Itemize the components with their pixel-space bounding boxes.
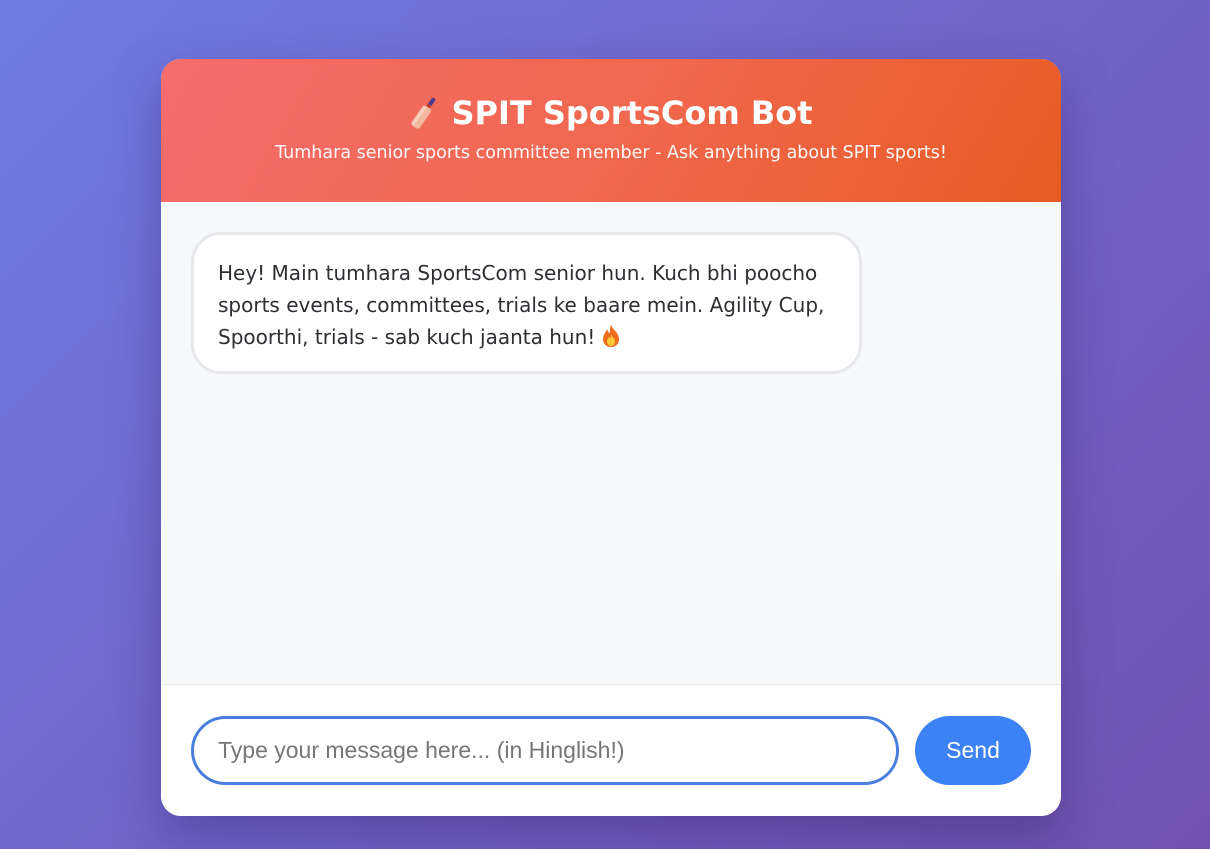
message-list: Hey! Main tumhara SportsCom senior hun. … xyxy=(161,202,1061,685)
header-subtitle: Tumhara senior sports committee member -… xyxy=(275,143,947,163)
header-title-row: SPIT SportsCom Bot xyxy=(161,93,1061,133)
bot-message: Hey! Main tumhara SportsCom senior hun. … xyxy=(191,232,862,374)
fire-icon xyxy=(601,324,621,348)
send-button[interactable]: Send xyxy=(915,716,1031,785)
page-title: SPIT SportsCom Bot xyxy=(451,94,813,132)
message-input[interactable] xyxy=(191,716,899,785)
chat-header: SPIT SportsCom Bot Tumhara senior sports… xyxy=(161,59,1061,202)
bot-message-text: Hey! Main tumhara SportsCom senior hun. … xyxy=(218,261,825,349)
cricket-bat-icon xyxy=(409,94,439,132)
chat-window: SPIT SportsCom Bot Tumhara senior sports… xyxy=(161,59,1061,816)
message-composer: Send xyxy=(161,685,1061,816)
